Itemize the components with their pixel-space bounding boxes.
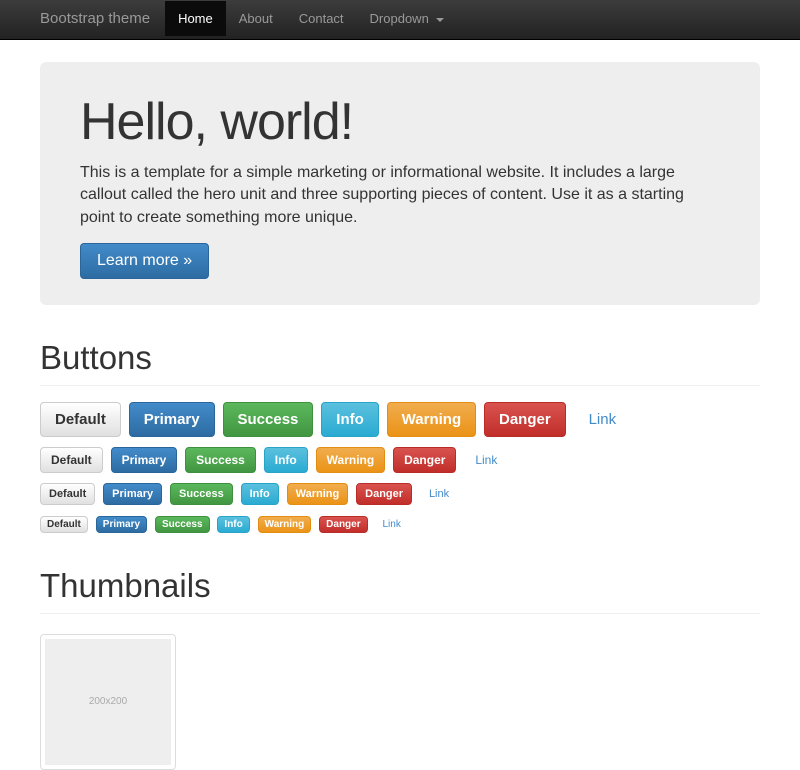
learn-more-button[interactable]: Learn more » — [80, 243, 209, 279]
btn-default-md[interactable]: Default — [40, 447, 103, 473]
nav-dropdown[interactable]: Dropdown — [357, 1, 458, 36]
btn-primary-lg[interactable]: Primary — [129, 402, 215, 437]
btn-warning-md[interactable]: Warning — [316, 447, 386, 473]
btn-default-xs[interactable]: Default — [40, 516, 88, 533]
buttons-header: Buttons — [40, 339, 760, 386]
button-row-sm: Default Primary Success Info Warning Dan… — [40, 483, 760, 505]
btn-danger-sm[interactable]: Danger — [356, 483, 412, 505]
caret-down-icon — [436, 18, 444, 22]
btn-primary-md[interactable]: Primary — [111, 447, 178, 473]
nav-list: Home About Contact Dropdown — [165, 1, 457, 36]
btn-info-sm[interactable]: Info — [241, 483, 279, 505]
brand[interactable]: Bootstrap theme — [40, 0, 165, 37]
thumbnail-link[interactable]: 200x200 — [40, 634, 176, 770]
button-row-md: Default Primary Success Info Warning Dan… — [40, 447, 760, 473]
nav-home[interactable]: Home — [165, 1, 226, 36]
thumbnails-header: Thumbnails — [40, 567, 760, 614]
thumbnails-heading: Thumbnails — [40, 567, 760, 605]
btn-link-md[interactable]: Link — [464, 447, 508, 473]
hero-unit: Hello, world! This is a template for a s… — [40, 62, 760, 305]
btn-link-lg[interactable]: Link — [574, 402, 632, 437]
btn-link-sm[interactable]: Link — [420, 483, 458, 505]
buttons-heading: Buttons — [40, 339, 760, 377]
btn-info-md[interactable]: Info — [264, 447, 308, 473]
btn-success-xs[interactable]: Success — [155, 516, 210, 533]
nav-contact[interactable]: Contact — [286, 1, 357, 36]
thumbnail-placeholder: 200x200 — [45, 639, 171, 765]
button-row-lg: Default Primary Success Info Warning Dan… — [40, 402, 760, 437]
btn-info-lg[interactable]: Info — [321, 402, 379, 437]
btn-success-lg[interactable]: Success — [223, 402, 314, 437]
btn-success-sm[interactable]: Success — [170, 483, 233, 505]
hero-text: This is a template for a simple marketin… — [80, 162, 720, 229]
btn-danger-xs[interactable]: Danger — [319, 516, 367, 533]
btn-warning-xs[interactable]: Warning — [258, 516, 312, 533]
btn-primary-xs[interactable]: Primary — [96, 516, 147, 533]
navbar: Bootstrap theme Home About Contact Dropd… — [0, 0, 800, 40]
btn-link-xs[interactable]: Link — [376, 516, 408, 533]
btn-primary-sm[interactable]: Primary — [103, 483, 162, 505]
btn-danger-lg[interactable]: Danger — [484, 402, 566, 437]
button-row-xs: Default Primary Success Info Warning Dan… — [40, 515, 760, 533]
btn-warning-sm[interactable]: Warning — [287, 483, 349, 505]
btn-default-lg[interactable]: Default — [40, 402, 121, 437]
btn-warning-lg[interactable]: Warning — [387, 402, 476, 437]
nav-dropdown-label: Dropdown — [370, 11, 429, 26]
btn-info-xs[interactable]: Info — [217, 516, 249, 533]
btn-danger-md[interactable]: Danger — [393, 447, 456, 473]
btn-default-sm[interactable]: Default — [40, 483, 95, 505]
btn-success-md[interactable]: Success — [185, 447, 256, 473]
nav-about[interactable]: About — [226, 1, 286, 36]
hero-title: Hello, world! — [80, 92, 720, 152]
